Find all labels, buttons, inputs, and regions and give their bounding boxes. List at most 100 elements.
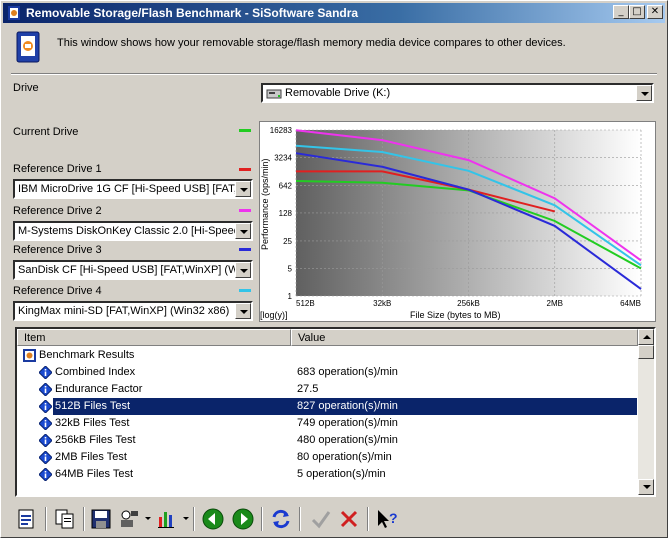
window-title: Removable Storage/Flash Benchmark - SiSo…	[26, 6, 359, 20]
help-icon[interactable]: ?	[375, 507, 399, 531]
reference-drive-3-label: Reference Drive 3	[13, 244, 102, 256]
chart-y-tick-label: 642	[279, 181, 293, 190]
reference-drive-2-select[interactable]: M-Systems DiskOnKey Classic 2.0 [Hi-Spee…	[13, 221, 253, 241]
info-icon	[39, 366, 52, 379]
chart-x-tick-label: 64MB	[620, 299, 641, 308]
ok-icon[interactable]	[309, 507, 333, 531]
reference-drive-3-swatch	[239, 248, 251, 251]
title-bar: Removable Storage/Flash Benchmark - SiSo…	[3, 3, 665, 23]
list-item-value: 27.5	[297, 383, 319, 395]
chart-x-ticks: 512B 32kB 256kB 2MB 64MB	[296, 299, 641, 308]
chart-y-scale-label: [log(y)]	[260, 310, 288, 320]
options-icon[interactable]	[117, 507, 141, 531]
flash-card-icon	[16, 31, 40, 63]
list-item[interactable]: Endurance Factor 27.5	[17, 381, 637, 398]
list-vertical-scrollbar[interactable]	[638, 329, 654, 495]
separator	[11, 73, 657, 75]
chart-x-label: File Size (bytes to MB)	[410, 310, 501, 320]
chevron-down-icon[interactable]	[235, 262, 251, 278]
list-item-name: Combined Index	[55, 366, 136, 378]
chevron-down-icon[interactable]	[636, 85, 652, 101]
chart-dropdown-arrow[interactable]	[183, 517, 189, 520]
chart-y-tick-label: 1	[288, 292, 293, 301]
toolbar-separator	[367, 507, 369, 531]
refresh-icon[interactable]	[269, 507, 293, 531]
reference-drive-2-value: M-Systems DiskOnKey Classic 2.0 [Hi-Spee…	[18, 225, 251, 237]
list-item-name: 512B Files Test	[55, 400, 131, 412]
reference-drive-4-value: KingMax mini-SD [FAT,WinXP] (Win32 x86)	[18, 305, 230, 317]
removable-drive-icon	[266, 89, 282, 99]
scroll-thumb[interactable]	[638, 345, 654, 359]
current-drive-swatch	[239, 129, 251, 132]
reference-drive-1-label: Reference Drive 1	[13, 163, 102, 175]
chart-y-tick-label: 5	[288, 264, 293, 273]
benchmark-results-icon	[23, 349, 36, 362]
chart-y-tick-label: 25	[283, 237, 292, 246]
performance-chart-svg: 16283 3234 642 128 25 5 1 512B 32kB 256kB 2MB 64MB…	[260, 126, 642, 320]
info-icon	[39, 468, 52, 481]
list-item-name: 64MB Files Test	[55, 468, 134, 480]
chart-x-tick-label: 256kB	[457, 299, 480, 308]
list-group-row[interactable]: Benchmark Results	[17, 347, 637, 364]
reference-drive-1-select[interactable]: IBM MicroDrive 1G CF [Hi-Speed USB] [FAT…	[13, 179, 253, 199]
maximize-button[interactable]: □	[629, 5, 645, 19]
options-dropdown-arrow[interactable]	[145, 517, 151, 520]
benchmark-window: Removable Storage/Flash Benchmark - SiSo…	[0, 0, 668, 538]
list-item[interactable]: 32kB Files Test 749 operation(s)/min	[17, 415, 637, 432]
list-item-name: 2MB Files Test	[55, 451, 127, 463]
chart-x-tick-label: 2MB	[547, 299, 563, 308]
chevron-down-icon[interactable]	[235, 181, 251, 197]
list-item-name: 256kB Files Test	[55, 434, 136, 446]
info-icon	[39, 451, 52, 464]
info-icon	[39, 383, 52, 396]
list-item-name: 32kB Files Test	[55, 417, 130, 429]
header-description: This window shows how your removable sto…	[57, 37, 566, 49]
copy-icon[interactable]	[53, 507, 77, 531]
list-item[interactable]: 256kB Files Test 480 operation(s)/min	[17, 432, 637, 449]
chevron-down-icon[interactable]	[235, 303, 251, 319]
chart-x-tick-label: 512B	[296, 299, 315, 308]
column-header-value[interactable]: Value	[291, 329, 638, 346]
toolbar-separator	[193, 507, 195, 531]
list-item[interactable]: 512B Files Test 827 operation(s)/min	[39, 398, 637, 415]
forward-icon[interactable]	[231, 507, 255, 531]
save-icon[interactable]	[89, 507, 113, 531]
info-icon	[39, 434, 52, 447]
chevron-down-icon[interactable]	[235, 223, 251, 239]
current-drive-label: Current Drive	[13, 126, 79, 138]
column-header-item[interactable]: Item	[17, 329, 291, 346]
sandra-app-icon	[8, 6, 20, 20]
reference-drive-4-label: Reference Drive 4	[13, 285, 102, 297]
chart-icon[interactable]	[155, 507, 179, 531]
back-icon[interactable]	[201, 507, 225, 531]
chart-y-ticks: 16283 3234 642 128 25 5 1	[270, 126, 293, 301]
report-icon[interactable]	[15, 507, 39, 531]
cancel-icon[interactable]	[337, 507, 361, 531]
list-item[interactable]: 2MB Files Test 80 operation(s)/min	[17, 449, 637, 466]
toolbar-separator	[299, 507, 301, 531]
info-icon	[39, 417, 52, 430]
scroll-down-button[interactable]	[638, 479, 654, 495]
list-item-value: 827 operation(s)/min	[297, 400, 398, 412]
reference-drive-1-value: IBM MicroDrive 1G CF [Hi-Speed USB] [FAT…	[18, 183, 251, 195]
results-list[interactable]: Item Value Benchmark Results Combined In…	[15, 327, 656, 497]
list-item[interactable]: 64MB Files Test 5 operation(s)/min	[17, 466, 637, 483]
chart-x-tick-label: 32kB	[373, 299, 391, 308]
minimize-button[interactable]: _	[613, 5, 629, 19]
reference-drive-4-select[interactable]: KingMax mini-SD [FAT,WinXP] (Win32 x86)	[13, 301, 253, 321]
list-item-value: 749 operation(s)/min	[297, 417, 398, 429]
reference-drive-1-swatch	[239, 168, 251, 171]
list-item[interactable]: Combined Index 683 operation(s)/min	[17, 364, 637, 381]
close-button[interactable]: ✕	[647, 5, 663, 19]
svg-text:?: ?	[389, 510, 398, 526]
drive-select-value: Removable Drive (K:)	[285, 87, 391, 99]
drive-select[interactable]: Removable Drive (K:)	[261, 83, 654, 103]
reference-drive-3-select[interactable]: SanDisk CF [Hi-Speed USB] [FAT,WinXP] (W…	[13, 260, 253, 280]
scroll-up-button[interactable]	[638, 329, 654, 345]
list-group-label: Benchmark Results	[39, 349, 135, 361]
reference-drive-2-label: Reference Drive 2	[13, 205, 102, 217]
toolbar-separator	[45, 507, 47, 531]
toolbar-separator	[261, 507, 263, 531]
chart-y-label: Performance (ops/min)	[260, 158, 270, 250]
drive-label: Drive	[13, 82, 39, 94]
